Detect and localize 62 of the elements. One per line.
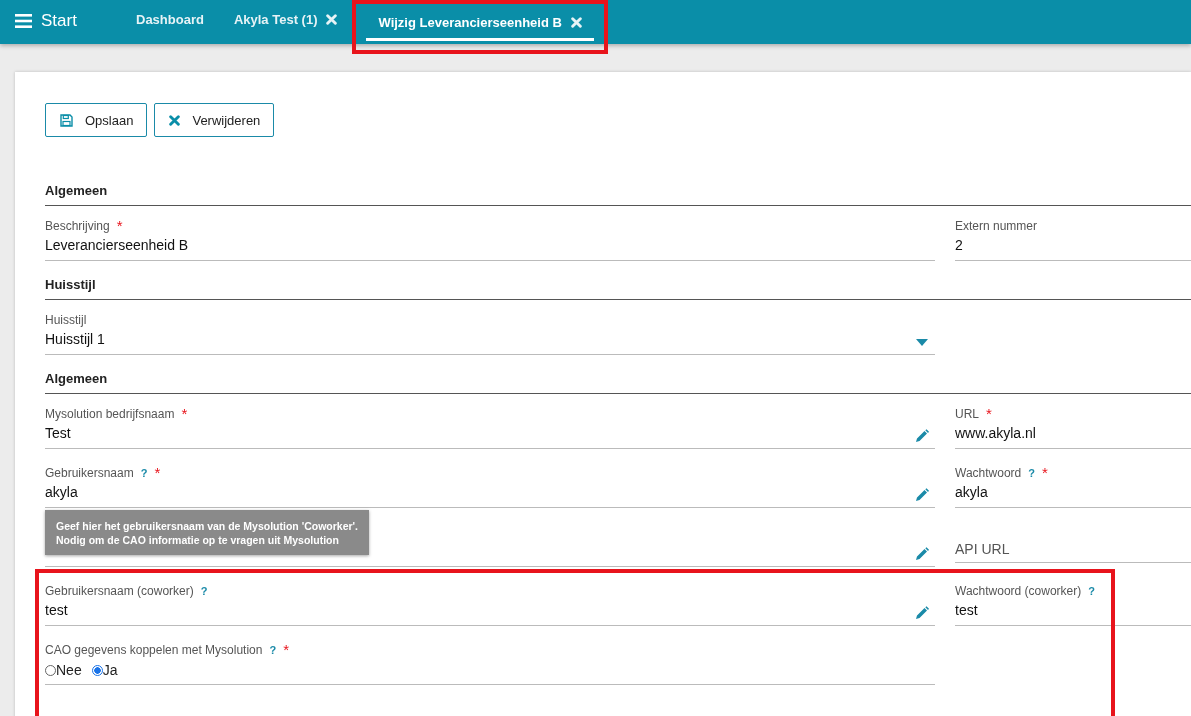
required-icon: * [181, 405, 188, 422]
input-field[interactable]: Extern nummer 2 [955, 218, 1191, 261]
help-icon[interactable]: ? [140, 466, 148, 479]
input-field[interactable]: Mysolution bedrijfsnaam * Test [45, 406, 935, 449]
caret-icon[interactable] [916, 339, 928, 346]
field-label: Gebruikersnaam [45, 465, 134, 480]
help-icon[interactable]: ? [1028, 466, 1035, 479]
menu-button[interactable]: Start [0, 0, 121, 44]
input-field[interactable]: Gebruikersnaam (coworker) ? test [45, 583, 935, 626]
tooltip-text: Nodig om de CAO informatie op te vragen uit Mysolution [56, 533, 340, 547]
radio-option[interactable]: Ja [91, 662, 118, 678]
input-field[interactable]: Wachtwoord ? * akyla [955, 465, 1191, 508]
pencil-icon[interactable] [915, 429, 929, 443]
pencil-icon[interactable] [915, 547, 929, 561]
pencil-icon[interactable] [915, 488, 929, 502]
dropdown-field[interactable]: Huisstijl Huisstijl 1 [45, 312, 935, 355]
field-label: Mysolution bedrijfsnaam [45, 406, 175, 421]
pencil-icon[interactable] [915, 606, 929, 620]
required-icon: * [1042, 464, 1048, 481]
field-label: Extern nummer [955, 218, 1038, 233]
field-label: URL [955, 406, 979, 421]
radio-button[interactable] [91, 664, 103, 676]
field-label: CAO gegevens koppelen met Mysolution [45, 642, 263, 657]
input-field[interactable]: Beschrijving * Leverancierseenheid B [45, 218, 935, 261]
field-label: Beschrijving [45, 218, 110, 233]
help-icon[interactable]: ? [200, 584, 208, 597]
delete-button[interactable]: Verwijderen [154, 103, 275, 137]
save-button[interactable]: Opslaan [45, 103, 148, 137]
required-icon: * [986, 405, 992, 422]
field-value: akyla [955, 484, 988, 500]
section-heading: Algemeen [45, 183, 1191, 206]
help-icon[interactable]: ? [1088, 584, 1095, 597]
section-heading: Huisstijl [45, 277, 1191, 300]
required-icon: * [283, 641, 290, 658]
field-value: www.akyla.nl [955, 425, 1036, 441]
required-icon: * [154, 464, 161, 481]
field-value: test [955, 602, 978, 618]
field-value: Test [45, 425, 71, 441]
input-field[interactable]: URL * www.akyla.nl [955, 406, 1191, 449]
tooltip-text: Geef hier het gebruikersnaam van de Mysolution 'Coworker'. [56, 519, 358, 533]
help-icon[interactable]: ? [269, 643, 277, 656]
input-field[interactable]: API URL [955, 524, 1191, 563]
close-icon[interactable] [326, 14, 338, 25]
radio-group[interactable]: CAO gegevens koppelen met Mysolution ? * Nee Ja [45, 642, 935, 685]
field-value: Leverancierseenheid B [45, 237, 189, 253]
x-icon [169, 114, 181, 126]
field-label: Gebruikersnaam (coworker) [45, 583, 194, 598]
radio-option[interactable]: Nee [45, 662, 82, 678]
field-value: Huisstijl 1 [45, 331, 105, 347]
required-icon: * [116, 217, 123, 234]
field-value: akyla [45, 484, 78, 500]
section-heading: Algemeen [45, 371, 1191, 394]
field-label: Huisstijl [45, 312, 87, 327]
field-label: Wachtwoord [955, 465, 1022, 480]
input-field[interactable]: Wachtwoord (coworker) ? test [955, 583, 1191, 626]
field-label: Wachtwoord (coworker) [955, 583, 1082, 598]
field-label: API URL [955, 540, 1011, 557]
close-icon[interactable] [570, 16, 582, 28]
field-value: 2 [955, 237, 963, 253]
tab[interactable]: Wijzig Leverancierseenheid B [366, 0, 594, 41]
menu-icon [15, 14, 32, 28]
field-value: test [45, 602, 68, 618]
